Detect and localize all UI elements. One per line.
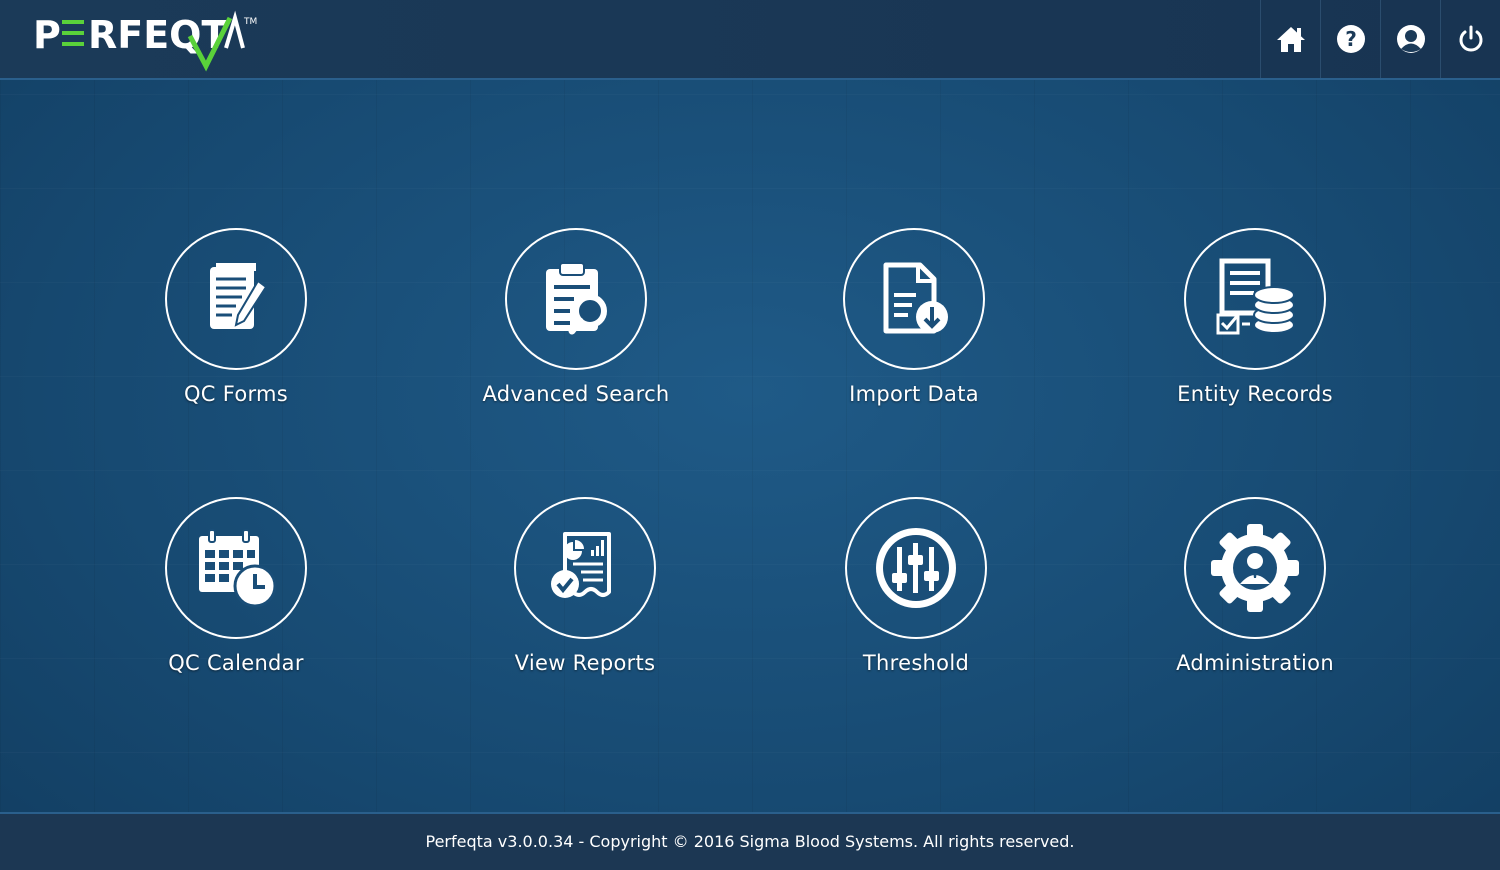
help-icon: ?	[1336, 24, 1366, 54]
top-bar: P RFEQT TM ?	[0, 0, 1500, 80]
tile-label: Import Data	[849, 382, 979, 406]
home-icon	[1276, 25, 1306, 53]
qc-calendar-circle	[165, 497, 307, 639]
tile-threshold[interactable]: Threshold	[788, 497, 1048, 697]
tile-label: Administration	[1176, 651, 1334, 675]
svg-text:?: ?	[1345, 27, 1357, 51]
footer: Perfeqta v3.0.0.34 - Copyright © 2016 Si…	[0, 812, 1500, 870]
form-edit-icon	[210, 263, 268, 329]
logout-button[interactable]	[1440, 0, 1500, 78]
tile-view-reports[interactable]: View Reports	[457, 497, 717, 697]
tile-entity-records[interactable]: Entity Records	[1127, 228, 1387, 428]
tile-advanced-search[interactable]: Advanced Search	[448, 228, 708, 428]
view-reports-circle	[514, 497, 656, 639]
tile-label: QC Calendar	[168, 651, 304, 675]
threshold-circle	[845, 497, 987, 639]
perfeqta-logo[interactable]: P RFEQT TM	[30, 10, 270, 78]
document-search-icon	[546, 262, 607, 335]
user-profile-button[interactable]	[1380, 0, 1440, 78]
administration-circle	[1184, 497, 1326, 639]
tile-import-data[interactable]: Import Data	[786, 228, 1046, 428]
tile-label: Advanced Search	[482, 382, 670, 406]
tile-label: Entity Records	[1177, 382, 1333, 406]
tile-label: Threshold	[862, 651, 970, 675]
tile-label: View Reports	[514, 651, 656, 675]
calendar-clock-icon	[199, 529, 277, 608]
tile-label: QC Forms	[183, 382, 289, 406]
tile-administration[interactable]: Administration	[1127, 497, 1387, 697]
help-button[interactable]: ?	[1320, 0, 1380, 78]
tile-qc-calendar[interactable]: QC Calendar	[108, 497, 368, 697]
sliders-icon	[876, 528, 956, 608]
import-data-circle	[843, 228, 985, 370]
admin-gear-icon	[1211, 524, 1299, 612]
tile-qc-forms[interactable]: QC Forms	[108, 228, 368, 428]
advanced-search-circle	[505, 228, 647, 370]
logo-letter-p: P	[33, 13, 61, 57]
database-records-icon	[1216, 258, 1295, 335]
qc-forms-circle	[165, 228, 307, 370]
top-actions: ?	[1260, 0, 1500, 78]
entity-records-circle	[1184, 228, 1326, 370]
home-button[interactable]	[1260, 0, 1320, 78]
power-icon	[1457, 25, 1485, 53]
document-download-icon	[883, 262, 948, 334]
user-icon	[1396, 24, 1426, 54]
copyright-text: Perfeqta v3.0.0.34 - Copyright © 2016 Si…	[425, 832, 1075, 851]
logo-tm: TM	[243, 17, 257, 27]
logo-letters-rfeqt: RFEQT	[88, 13, 227, 57]
report-check-icon	[551, 532, 611, 598]
